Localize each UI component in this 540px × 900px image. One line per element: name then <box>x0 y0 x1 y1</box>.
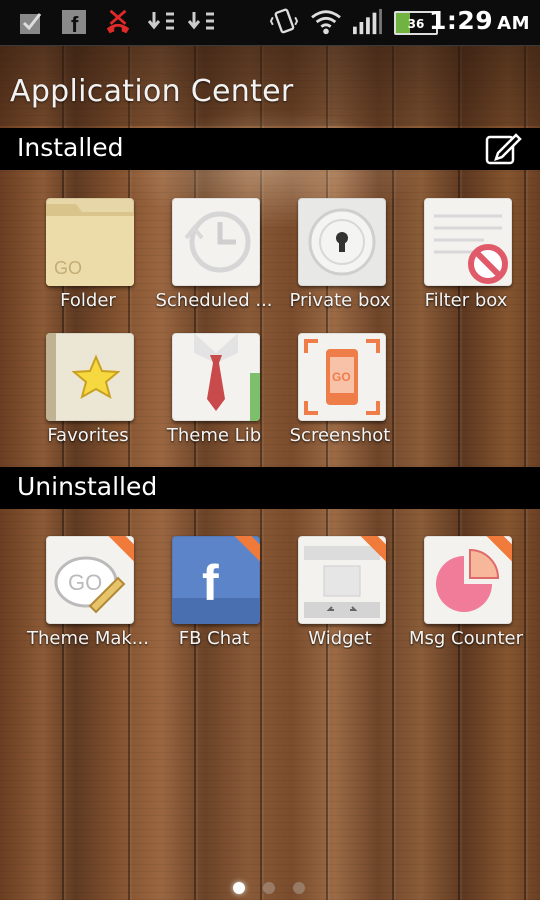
battery-level-text: 36 <box>407 17 425 31</box>
page-title: Application Center <box>10 74 294 109</box>
missed-call-icon <box>106 9 130 34</box>
clock-ampm: AM <box>497 13 530 34</box>
svg-text:GO: GO <box>54 258 82 278</box>
page-dot-3[interactable] <box>293 882 305 894</box>
page-dot-1[interactable] <box>233 882 245 894</box>
app-tile-msg-counter[interactable]: Msg Counter <box>402 536 530 666</box>
section-title-installed: Installed <box>17 133 124 162</box>
app-tile-theme-maker[interactable]: GO Theme Mak... <box>24 536 152 666</box>
app-tile-theme-lib[interactable]: Theme Lib <box>150 333 278 463</box>
app-tile-screenshot[interactable]: GO Screenshot <box>276 333 404 463</box>
app-label: Msg Counter <box>409 628 523 649</box>
app-label: Theme Mak... <box>27 628 149 649</box>
clock-time: 1:29 <box>428 6 494 35</box>
lock-icon <box>298 198 386 286</box>
app-label: Filter box <box>424 290 508 311</box>
edit-icon[interactable] <box>484 131 522 167</box>
section-title-uninstalled: Uninstalled <box>17 472 158 501</box>
page-indicator <box>0 880 540 900</box>
status-bar: f 36 1:29 AM <box>0 0 540 46</box>
clock: 1:29 AM <box>429 6 530 35</box>
theme-maker-icon: GO <box>46 536 134 624</box>
wifi-icon <box>311 10 341 35</box>
svg-text:GO: GO <box>68 570 102 595</box>
svg-text:GO: GO <box>332 370 351 384</box>
app-label: Scheduled ... <box>155 290 273 311</box>
widget-icon <box>298 536 386 624</box>
uninstalled-section-header: Uninstalled <box>0 467 540 509</box>
download-icon <box>147 12 174 30</box>
svg-text:f: f <box>202 555 219 611</box>
star-icon <box>46 333 134 421</box>
app-label: FB Chat <box>178 628 250 649</box>
app-label: Folder <box>60 290 116 311</box>
tie-icon <box>172 333 260 421</box>
app-label: Theme Lib <box>166 425 262 446</box>
screenshot-icon: GO <box>298 333 386 421</box>
download-icon <box>187 12 214 30</box>
facebook-icon: f <box>172 536 260 624</box>
app-tile-favorites[interactable]: Favorites <box>24 333 152 463</box>
app-tile-folder[interactable]: GO Folder <box>24 198 152 328</box>
app-label: Widget <box>308 628 372 649</box>
app-label: Private box <box>289 290 391 311</box>
page-dot-2[interactable] <box>263 882 275 894</box>
signal-icon <box>353 8 382 35</box>
vibrate-icon <box>269 8 299 34</box>
app-tile-fb-chat[interactable]: f FB Chat <box>150 536 278 666</box>
app-label: Favorites <box>47 425 129 446</box>
app-tile-filter-box[interactable]: Filter box <box>402 198 530 328</box>
app-tile-scheduled[interactable]: Scheduled ... <box>150 198 278 328</box>
svg-text:f: f <box>71 12 79 36</box>
check-icon <box>20 13 42 34</box>
folder-icon: GO <box>46 198 134 286</box>
installed-section-header: Installed <box>0 128 540 170</box>
app-tile-widget[interactable]: Widget <box>276 536 404 666</box>
facebook-icon: f <box>62 10 86 36</box>
app-tile-private-box[interactable]: Private box <box>276 198 404 328</box>
filter-icon <box>424 198 512 286</box>
clock-icon <box>172 198 260 286</box>
pie-chart-icon <box>424 536 512 624</box>
app-label: Screenshot <box>289 425 391 446</box>
